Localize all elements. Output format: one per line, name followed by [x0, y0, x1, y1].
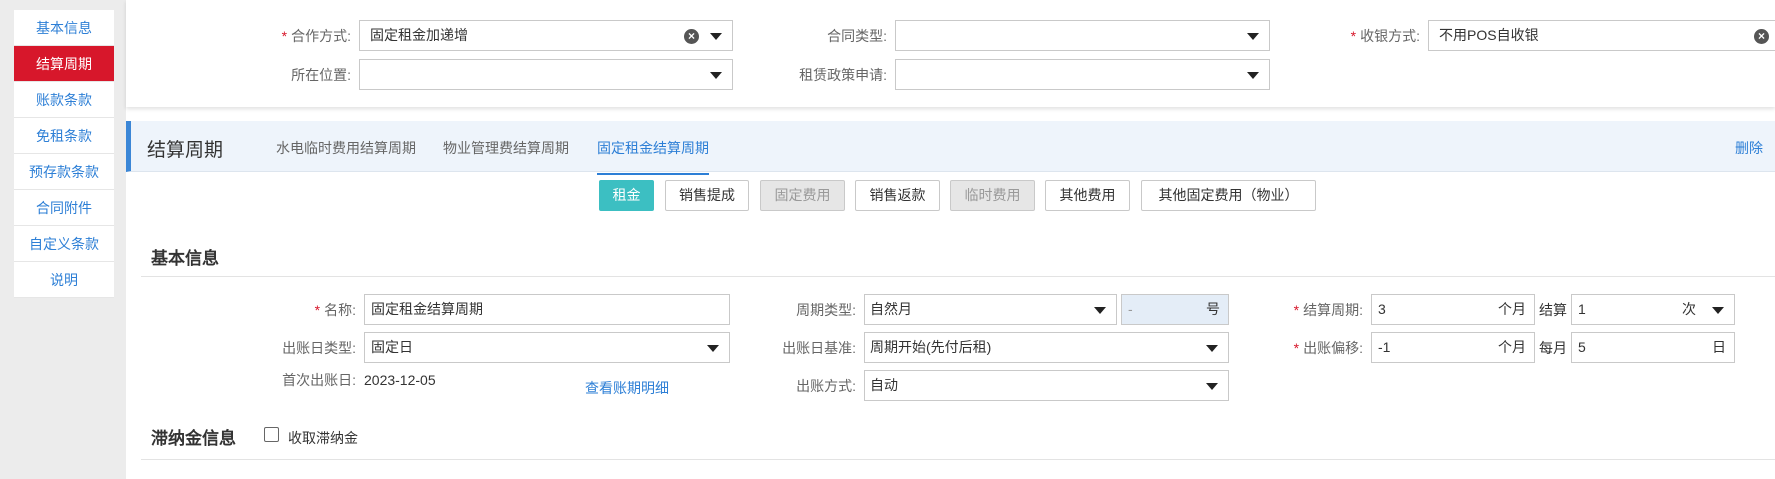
fee-button-rent[interactable]: 租金: [599, 180, 654, 211]
fee-button-other-fee[interactable]: 其他费用: [1045, 180, 1130, 211]
fee-button-temporary-fee[interactable]: 临时费用: [950, 180, 1035, 211]
nav-item-notes[interactable]: 说明: [14, 262, 114, 298]
delete-link[interactable]: 删除: [1735, 138, 1763, 158]
main-panel: * 合作方式: 固定租金加递增 × 合同类型: * 收银方式: 不用POS自收银 ×: [126, 0, 1775, 479]
tab-fixed-rent-cycle[interactable]: 固定租金结算周期: [597, 138, 709, 175]
settle-cycle-input[interactable]: 3 个月: [1371, 294, 1535, 325]
lease-policy-field: 租赁政策申请:: [776, 59, 1270, 90]
fee-button-sales-rebate[interactable]: 销售返款: [855, 180, 940, 211]
chevron-down-icon: [1247, 72, 1259, 79]
contract-type-label: 合同类型:: [827, 27, 887, 44]
chevron-down-icon: [710, 33, 722, 40]
nav-item-custom-terms[interactable]: 自定义条款: [14, 226, 114, 262]
tab-utility-temp-cycle[interactable]: 水电临时费用结算周期: [276, 138, 416, 158]
lease-policy-label: 租赁政策申请:: [799, 66, 887, 83]
nav-item-basic-info[interactable]: 基本信息: [14, 10, 114, 46]
nav-item-deposit-terms[interactable]: 预存款条款: [14, 154, 114, 190]
cashier-select[interactable]: 不用POS自收银 ×: [1428, 20, 1775, 51]
billing-method-field: 出账方式: 自动: [746, 370, 1229, 401]
billing-basis-label: 出账日基准:: [782, 339, 856, 356]
billing-method-select[interactable]: 自动: [864, 370, 1229, 401]
location-field: 所在位置:: [186, 59, 733, 90]
contract-info-card: * 合作方式: 固定租金加递增 × 合同类型: * 收银方式: 不用POS自收银 ×: [126, 0, 1775, 107]
coop-field: * 合作方式: 固定租金加递增 ×: [186, 20, 733, 51]
view-period-detail-link[interactable]: 查看账期明细: [585, 378, 669, 398]
name-label: * 名称:: [314, 301, 356, 318]
chevron-down-icon: [710, 72, 722, 79]
chevron-down-icon: [707, 345, 719, 352]
billing-basis-select[interactable]: 周期开始(先付后租): [864, 332, 1229, 363]
clear-icon[interactable]: ×: [1754, 29, 1769, 44]
settle-cycle-label: * 结算周期:: [1293, 301, 1363, 318]
first-billing-label: 首次出账日:: [282, 372, 356, 388]
first-billing-field: 首次出账日: 2023-12-05: [186, 370, 436, 390]
tab-property-fee-cycle[interactable]: 物业管理费结算周期: [443, 138, 569, 158]
left-nav: 基本信息 结算周期 账款条款 免租条款 预存款条款 合同附件 自定义条款 说明: [14, 10, 114, 298]
nav-item-settlement-cycle[interactable]: 结算周期: [14, 46, 114, 82]
location-select[interactable]: [359, 59, 733, 90]
period-day-input[interactable]: - 号: [1121, 294, 1229, 325]
nav-item-contract-attachments[interactable]: 合同附件: [14, 190, 114, 226]
billing-day-type-select[interactable]: 固定日: [364, 332, 730, 363]
monthly-day-input[interactable]: 5 日: [1571, 332, 1735, 363]
basic-info-title: 基本信息: [151, 249, 219, 268]
offset-input[interactable]: -1 个月: [1371, 332, 1535, 363]
contract-type-select[interactable]: [895, 20, 1270, 51]
divider: [141, 276, 1775, 277]
settle-label: 结算: [1539, 301, 1567, 318]
lease-policy-select[interactable]: [895, 59, 1270, 90]
chevron-down-icon: [1247, 33, 1259, 40]
nav-item-payment-terms[interactable]: 账款条款: [14, 82, 114, 118]
late-fee-checkbox[interactable]: [264, 427, 279, 442]
chevron-down-icon: [1206, 383, 1218, 390]
first-billing-value: 2023-12-05: [364, 372, 436, 388]
fee-button-fixed-fee[interactable]: 固定费用: [760, 180, 845, 211]
contract-type-field: 合同类型:: [776, 20, 1270, 51]
cashier-value: 不用POS自收银: [1439, 27, 1539, 43]
settlement-cycle-header: 结算周期 水电临时费用结算周期 物业管理费结算周期 固定租金结算周期 删除: [126, 121, 1775, 175]
name-input[interactable]: 固定租金结算周期: [364, 294, 730, 325]
location-label: 所在位置:: [291, 66, 351, 83]
monthly-label: 每月: [1539, 339, 1567, 356]
offset-label: * 出账偏移:: [1293, 339, 1363, 356]
offset-field: * 出账偏移: -1 个月 每月 5 日: [1286, 332, 1735, 363]
chevron-down-icon: [1094, 307, 1106, 314]
fee-button-other-fixed-property[interactable]: 其他固定费用（物业）: [1141, 180, 1316, 211]
coop-select[interactable]: 固定租金加递增 ×: [359, 20, 733, 51]
coop-value: 固定租金加递增: [370, 27, 468, 43]
settle-cycle-field: * 结算周期: 3 个月 结算 1 次: [1286, 294, 1735, 325]
period-type-label: 周期类型:: [796, 301, 856, 318]
name-field: * 名称: 固定租金结算周期: [186, 294, 730, 325]
divider: [141, 459, 1775, 460]
cashier-label: * 收银方式:: [1350, 27, 1420, 44]
section-title: 结算周期: [147, 140, 224, 161]
nav-item-rent-free-terms[interactable]: 免租条款: [14, 118, 114, 154]
period-type-field: 周期类型: 自然月 - 号: [746, 294, 1229, 325]
period-type-select[interactable]: 自然月: [864, 294, 1117, 325]
late-fee-checkbox-label: 收取滞纳金: [288, 430, 358, 446]
chevron-down-icon: [1712, 307, 1724, 314]
cashier-field: * 收银方式: 不用POS自收银 ×: [1326, 20, 1775, 51]
clear-icon[interactable]: ×: [684, 29, 699, 44]
fee-button-sales-commission[interactable]: 销售提成: [665, 180, 749, 211]
settle-times-select[interactable]: 1 次: [1571, 294, 1735, 325]
chevron-down-icon: [1206, 345, 1218, 352]
billing-basis-field: 出账日基准: 周期开始(先付后租): [746, 332, 1229, 363]
coop-label: * 合作方式:: [281, 27, 351, 44]
billing-day-type-field: 出账日类型: 固定日: [186, 332, 730, 363]
billing-method-label: 出账方式:: [796, 377, 856, 394]
late-fee-title: 滞纳金信息: [151, 429, 236, 448]
billing-day-type-label: 出账日类型:: [282, 339, 356, 356]
